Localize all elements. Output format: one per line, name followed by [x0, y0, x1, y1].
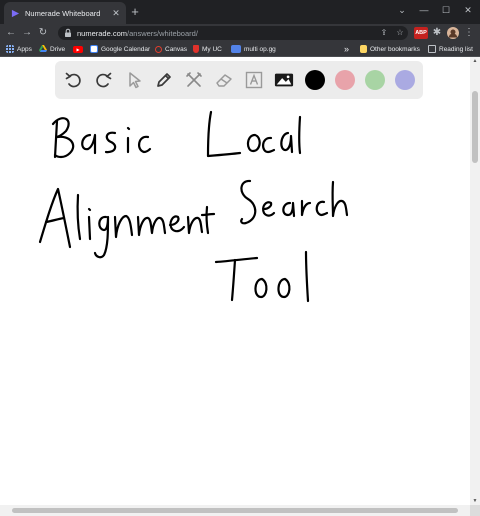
lock-icon[interactable] — [62, 27, 74, 39]
bookmarks-overflow-button[interactable]: » — [344, 42, 349, 56]
google-calendar-icon — [90, 45, 98, 53]
google-drive-icon — [39, 45, 47, 52]
avatar[interactable] — [446, 25, 460, 41]
chevron-down-icon[interactable]: ⌄ — [392, 2, 412, 18]
vertical-scroll-thumb[interactable] — [472, 91, 478, 163]
tab-title: Numerade Whiteboard — [25, 8, 101, 18]
scrollbar-corner — [470, 505, 480, 516]
whiteboard-canvas[interactable] — [0, 57, 470, 505]
vertical-scrollbar[interactable]: ▲ ▼ — [470, 57, 480, 505]
share-icon[interactable]: ⇪ — [378, 27, 390, 39]
scroll-up-arrow-icon[interactable]: ▲ — [470, 57, 480, 65]
pen-icon[interactable] — [154, 70, 174, 90]
canvas-icon — [155, 45, 162, 53]
forward-button[interactable]: → — [20, 25, 34, 41]
apps-grid-icon — [6, 45, 14, 53]
color-swatch-green[interactable] — [365, 70, 385, 90]
tools-icon[interactable] — [184, 70, 204, 90]
bookmark-canvas[interactable]: Canvas — [155, 42, 187, 56]
redo-icon[interactable] — [93, 70, 113, 90]
bookmarks-bar: Apps Drive ▶ Google Calendar Canvas My U… — [0, 42, 480, 57]
handwriting-tool — [214, 250, 310, 303]
scroll-down-arrow-icon[interactable]: ▼ — [470, 497, 480, 505]
bookmark-star-icon[interactable]: ☆ — [394, 27, 406, 39]
whiteboard-page — [0, 57, 470, 505]
bookmark-drive[interactable]: Drive — [39, 42, 65, 56]
bookmark-multi-opgg[interactable]: multi op.gg — [231, 42, 276, 56]
menu-kebab-icon[interactable]: ⋮ — [462, 25, 476, 41]
handwriting-alignment-search — [38, 179, 349, 259]
adblock-extension-icon[interactable]: ABP — [414, 27, 428, 39]
reading-list-button[interactable]: Reading list — [428, 42, 473, 56]
back-button[interactable]: ← — [4, 25, 18, 41]
minimize-button[interactable]: — — [414, 2, 434, 18]
pointer-icon[interactable] — [124, 70, 144, 90]
extensions-puzzle-icon[interactable]: ✱ — [430, 25, 444, 41]
horizontal-scroll-thumb[interactable] — [12, 508, 458, 513]
maximize-button[interactable]: ☐ — [436, 2, 456, 18]
navigation-bar: ← → ↻ numerade.com/answers/whiteboard/ ⇪… — [0, 24, 480, 42]
bookmark-google-calendar[interactable]: Google Calendar — [90, 42, 150, 56]
folder-icon — [360, 45, 367, 53]
horizontal-scrollbar[interactable] — [0, 505, 470, 516]
youtube-icon: ▶ — [73, 45, 83, 53]
tab-close-icon[interactable]: ✕ — [109, 8, 123, 19]
opgg-icon — [231, 45, 241, 53]
bookmark-other-bookmarks[interactable]: Other bookmarks — [360, 42, 420, 56]
bookmark-youtube[interactable]: ▶ — [73, 42, 86, 56]
address-bar[interactable]: numerade.com/answers/whiteboard/ ⇪ ☆ — [58, 26, 408, 40]
color-swatch-pink[interactable] — [335, 70, 355, 90]
color-swatch-lavender[interactable] — [395, 70, 415, 90]
uc-shield-icon — [193, 45, 199, 53]
eraser-icon[interactable] — [214, 70, 234, 90]
color-swatch-black[interactable] — [305, 70, 325, 90]
close-window-button[interactable]: ✕ — [458, 2, 478, 18]
tab-strip: Numerade Whiteboard ✕ + ⌄ — ☐ ✕ — [0, 0, 480, 24]
whiteboard-toolbar — [55, 61, 423, 99]
reading-list-icon — [428, 45, 436, 53]
new-tab-button[interactable]: + — [128, 4, 142, 20]
numerade-logo-icon — [11, 9, 20, 17]
text-icon[interactable] — [244, 70, 264, 90]
undo-icon[interactable] — [64, 70, 84, 90]
reload-button[interactable]: ↻ — [36, 25, 50, 41]
address-url: numerade.com/answers/whiteboard/ — [77, 28, 198, 38]
bookmark-my-uc[interactable]: My UC — [193, 42, 222, 56]
handwriting-basic-local — [51, 110, 302, 159]
bookmark-apps[interactable]: Apps — [6, 42, 32, 56]
tab-numerade-whiteboard[interactable]: Numerade Whiteboard ✕ — [4, 2, 126, 24]
image-icon[interactable] — [274, 70, 294, 90]
